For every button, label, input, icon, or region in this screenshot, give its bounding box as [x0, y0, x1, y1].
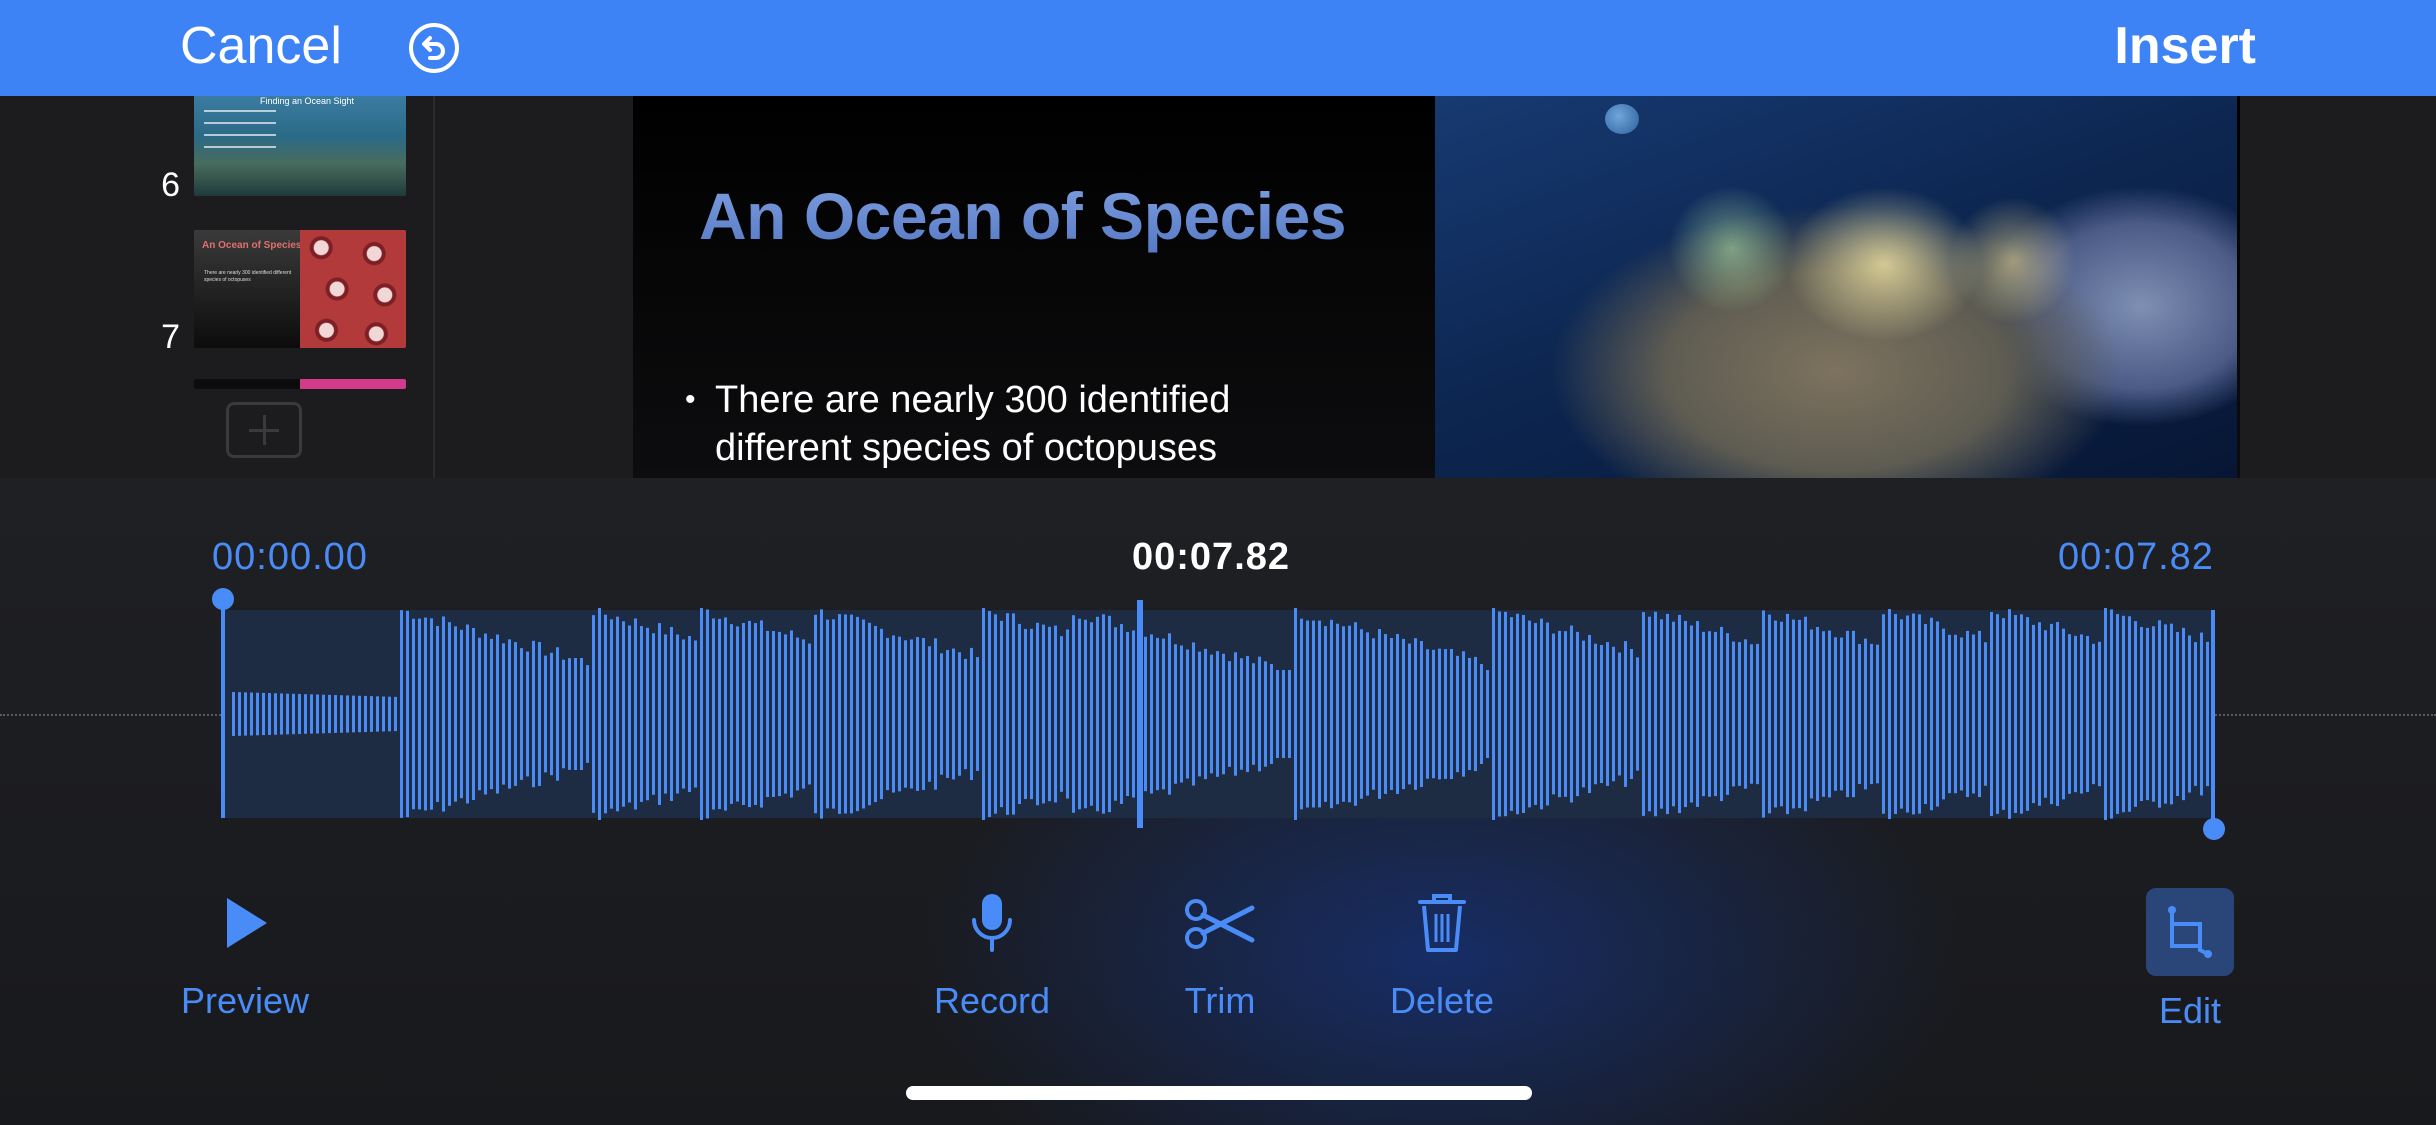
octopus-image	[1435, 96, 2237, 478]
top-bar: Cancel Insert	[0, 0, 2436, 96]
record-label: Record	[933, 980, 1051, 1021]
play-icon	[227, 898, 267, 948]
end-time: 00:07.82	[2058, 536, 2214, 578]
home-indicator	[906, 1086, 1532, 1100]
trim-button[interactable]: Trim	[1160, 888, 1280, 1022]
thumbnail-text: There are nearly 300 identified differen…	[204, 270, 292, 283]
slide-number: 7	[161, 318, 180, 356]
thumbnail-title: An Ocean of Species	[202, 240, 302, 251]
waveform-selection[interactable]	[222, 610, 2214, 818]
slide-title: An Ocean of Species	[699, 179, 1347, 253]
scissors-icon	[1185, 899, 1255, 949]
microphone-icon	[972, 894, 1012, 952]
playhead[interactable]	[1137, 600, 1143, 828]
thumbnail-octopus-image	[300, 230, 406, 348]
trash-icon	[1418, 894, 1466, 952]
current-time: 00:07.82	[1132, 536, 1291, 578]
trim-start-handle[interactable]	[212, 588, 234, 610]
edit-button[interactable]: Edit	[2142, 888, 2238, 1032]
record-button[interactable]: Record	[922, 888, 1062, 1022]
cancel-button[interactable]: Cancel	[180, 14, 342, 78]
crop-icon	[2168, 906, 2212, 958]
start-time: 00:00.00	[212, 536, 368, 578]
add-slide-button[interactable]	[226, 402, 302, 458]
thumbnail-text-lines	[204, 110, 294, 158]
trim-end-line	[2211, 610, 2215, 828]
undo-icon[interactable]	[406, 20, 462, 76]
slide-canvas[interactable]: An Ocean of Species There are nearly 300…	[633, 96, 2240, 478]
slide-thumbnail-6[interactable]: Finding an Ocean Sight	[194, 96, 406, 196]
edit-button-highlight	[2146, 888, 2234, 976]
slide-navigator: 6 Finding an Ocean Sight 7 An Ocean of S…	[0, 96, 435, 478]
trim-label: Trim	[1184, 980, 1256, 1021]
insert-button[interactable]: Insert	[2114, 14, 2256, 78]
audio-editor: 00:00.00 00:07.82 00:07.82 Preview Recor…	[0, 478, 2436, 1125]
slide-thumbnail-8[interactable]	[194, 379, 406, 389]
preview-label: Preview	[180, 980, 310, 1021]
trim-start-line	[221, 598, 225, 818]
thumbnail-title: Finding an Ocean Sight	[260, 96, 355, 106]
slide-thumbnail-7[interactable]: An Ocean of Species There are nearly 300…	[194, 230, 406, 348]
delete-button[interactable]: Delete	[1372, 888, 1512, 1022]
slide-number: 6	[161, 166, 180, 204]
slide-workspace: 6 Finding an Ocean Sight 7 An Ocean of S…	[0, 96, 2436, 478]
bubble-shape	[1605, 104, 1639, 134]
trim-end-handle[interactable]	[2203, 818, 2225, 840]
delete-label: Delete	[1389, 980, 1495, 1021]
preview-button[interactable]: Preview	[170, 888, 320, 1022]
edit-label: Edit	[2158, 990, 2222, 1031]
slide-bullet: There are nearly 300 identified differen…	[685, 376, 1355, 472]
